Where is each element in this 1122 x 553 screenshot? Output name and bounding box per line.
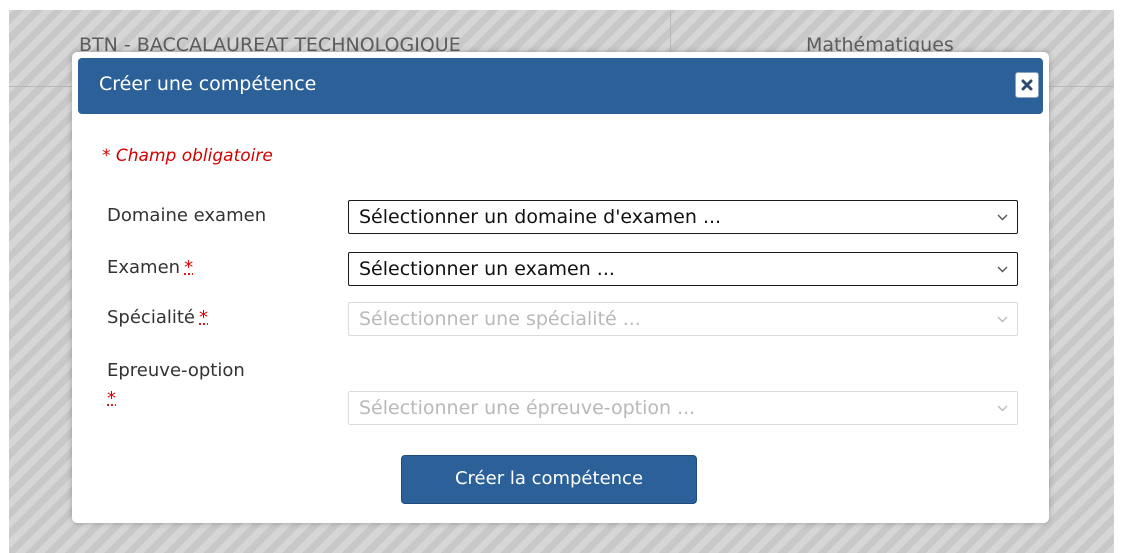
specialite-required-marker: * bbox=[199, 307, 208, 328]
chevron-down-icon bbox=[997, 405, 1008, 412]
chevron-down-icon bbox=[997, 316, 1008, 323]
close-icon bbox=[1021, 79, 1033, 91]
epreuve-option-required-marker: * bbox=[107, 388, 116, 409]
epreuve-option-label: Epreuve-option bbox=[107, 360, 245, 381]
epreuve-option-select[interactable]: Sélectionner une épreuve-option ... bbox=[348, 391, 1018, 425]
epreuve-option-placeholder: Sélectionner une épreuve-option ... bbox=[359, 397, 696, 419]
examen-label: Examen * bbox=[107, 257, 193, 278]
dialog-header: Créer une compétence bbox=[78, 58, 1043, 114]
specialite-select[interactable]: Sélectionner une spécialité ... bbox=[348, 302, 1018, 336]
examen-select[interactable]: Sélectionner un examen ... bbox=[348, 252, 1018, 286]
examen-required-marker: * bbox=[184, 257, 194, 278]
dialog-title: Créer une compétence bbox=[99, 73, 317, 95]
chevron-down-icon bbox=[997, 266, 1008, 273]
examen-label-text: Examen bbox=[107, 257, 181, 278]
required-fields-note: * Champ obligatoire bbox=[102, 146, 273, 166]
create-competence-dialog: Créer une compétence * Champ obligatoire… bbox=[72, 52, 1049, 523]
domaine-examen-placeholder: Sélectionner un domaine d'examen ... bbox=[359, 206, 722, 228]
domaine-examen-label: Domaine examen bbox=[107, 205, 267, 226]
specialite-placeholder: Sélectionner une spécialité ... bbox=[359, 308, 641, 330]
specialite-label-text: Spécialité bbox=[107, 307, 195, 328]
create-competence-button[interactable]: Créer la compétence bbox=[401, 455, 697, 504]
domaine-examen-select[interactable]: Sélectionner un domaine d'examen ... bbox=[348, 200, 1018, 234]
close-button[interactable] bbox=[1015, 72, 1039, 98]
chevron-down-icon bbox=[997, 214, 1008, 221]
create-competence-button-label: Créer la compétence bbox=[454, 468, 644, 489]
specialite-label: Spécialité * bbox=[107, 307, 208, 328]
examen-placeholder: Sélectionner un examen ... bbox=[359, 258, 615, 280]
